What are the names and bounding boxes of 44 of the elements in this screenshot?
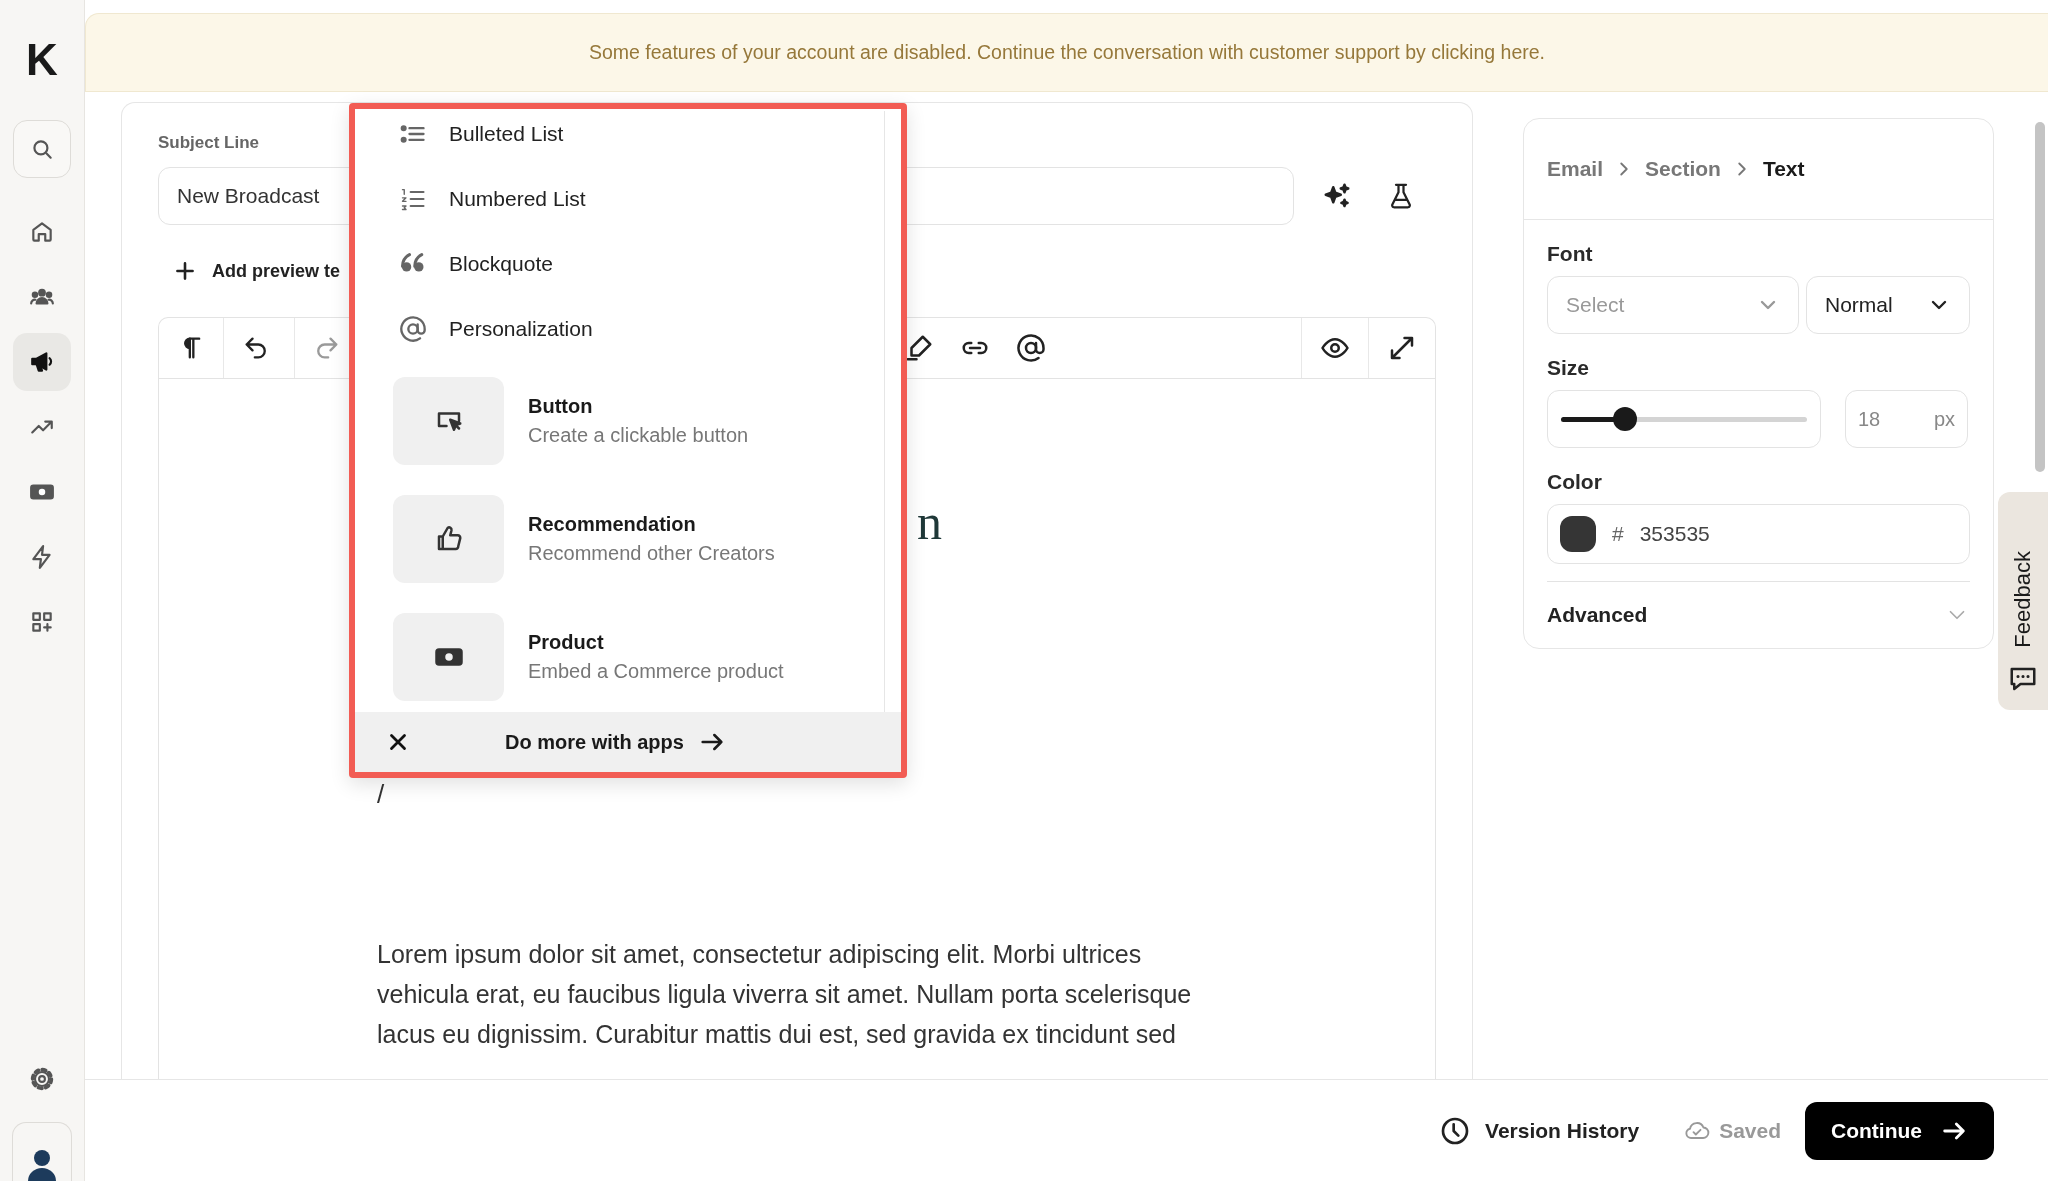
size-slider-thumb[interactable] (1612, 407, 1637, 431)
body-paragraph: Lorem ipsum dolor sit amet, consectetur adipiscing elit. Morbi ultrices vehicula erat, eu faucibus ligula viverra sit amet. Nullam porta scelerisque lacus eu dignissim. Curabitur mattis dui est, sed gravida ex tincidunt sed (377, 939, 1193, 1050)
continue-button[interactable]: Continue (1805, 1101, 1994, 1160)
menu-item[interactable]: Bulleted List (393, 111, 824, 166)
settings-icon (28, 1065, 56, 1093)
subject-line-label: Subject Line (158, 133, 260, 153)
advanced-section-header[interactable]: Advanced (1547, 581, 1970, 648)
menu-item[interactable]: Blockquote (393, 231, 824, 296)
menu-block-item[interactable]: Product Embed a Commerce product (393, 613, 824, 701)
account-notice-banner[interactable]: Some features of your account are disabled. Continue the conversation with customer support by clicking here. (85, 13, 2048, 92)
at-sign-icon (1016, 333, 1046, 363)
color-input[interactable]: # 353535 (1547, 504, 1970, 564)
at-sign-icon (399, 314, 427, 343)
size-label: Size (1547, 356, 1591, 380)
user-silhouette-icon (26, 1147, 58, 1181)
home-icon (29, 219, 55, 245)
heading-text: n (917, 497, 943, 547)
menu-block-item[interactable]: Button Create a clickable button (393, 377, 824, 465)
megaphone-icon (29, 349, 55, 375)
add-preview-text-button[interactable]: Add preview te (172, 258, 341, 284)
font-weight-select[interactable]: Normal (1806, 276, 1970, 334)
menu-block-item[interactable]: Recommendation Recommend other Creators (393, 495, 824, 583)
breadcrumb-link[interactable]: Text (1762, 157, 1805, 181)
apps-icon (29, 609, 55, 635)
size-input[interactable]: 18 px (1845, 390, 1968, 448)
logo[interactable]: K (26, 38, 58, 82)
size-slider-track[interactable] (1561, 407, 1807, 431)
saved-status: Saved (1683, 1116, 1781, 1145)
avatar[interactable] (12, 1122, 72, 1181)
breadcrumb-link[interactable]: Email (1547, 157, 1604, 181)
color-swatch[interactable] (1560, 516, 1596, 552)
page-scrollbar[interactable] (2035, 122, 2045, 472)
search-button[interactable] (13, 120, 71, 178)
color-label: Color (1547, 470, 1603, 494)
breadcrumb-link[interactable]: Section (1645, 157, 1721, 181)
slash-command-text: / (377, 779, 386, 810)
menu-item[interactable]: Numbered List (393, 166, 824, 231)
apps-link[interactable]: Do more with apps (505, 728, 726, 756)
highlighter-icon (904, 333, 934, 363)
menu-item[interactable]: Personalization (393, 296, 824, 361)
version-history-button[interactable]: Version History (1439, 1114, 1640, 1147)
feedback-tab[interactable]: Feedback (1998, 492, 2048, 710)
sidebar-nav-button[interactable] (13, 333, 71, 391)
font-label: Font (1547, 242, 1594, 266)
